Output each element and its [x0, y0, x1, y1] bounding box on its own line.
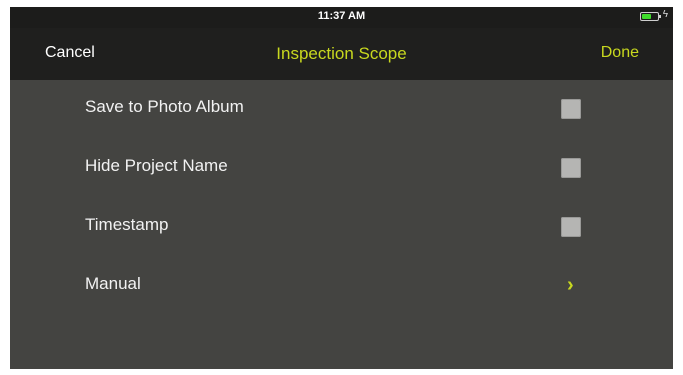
status-time: 11:37 AM: [317, 10, 366, 22]
setting-label: Timestamp: [85, 215, 169, 234]
setting-row-manual[interactable]: Manual ›: [10, 257, 673, 316]
status-bar: 11:37 AM ϟ: [10, 7, 673, 28]
setting-row-save-to-photo-album[interactable]: Save to Photo Album: [10, 80, 673, 139]
page-title: Inspection Scope: [276, 44, 407, 63]
app-screen: 11:37 AM ϟ Cancel Inspection Scope Done …: [10, 7, 673, 369]
settings-list: Save to Photo Album Hide Project Name Ti…: [10, 80, 673, 316]
save-to-photo-album-checkbox[interactable]: [561, 99, 581, 119]
battery-tip: [659, 15, 661, 18]
setting-label: Manual: [85, 274, 141, 293]
chevron-right-icon[interactable]: ›: [567, 274, 574, 297]
setting-row-hide-project-name[interactable]: Hide Project Name: [10, 139, 673, 198]
hide-project-name-checkbox[interactable]: [561, 158, 581, 178]
battery-level: [642, 14, 651, 19]
charging-bolt-icon: ϟ: [662, 9, 668, 20]
navigation-bar: Cancel Inspection Scope Done: [10, 28, 673, 80]
setting-label: Save to Photo Album: [85, 97, 244, 116]
setting-label: Hide Project Name: [85, 156, 228, 175]
done-button[interactable]: Done: [601, 44, 639, 62]
setting-row-timestamp[interactable]: Timestamp: [10, 198, 673, 257]
timestamp-checkbox[interactable]: [561, 217, 581, 237]
battery-icon: [640, 12, 661, 21]
